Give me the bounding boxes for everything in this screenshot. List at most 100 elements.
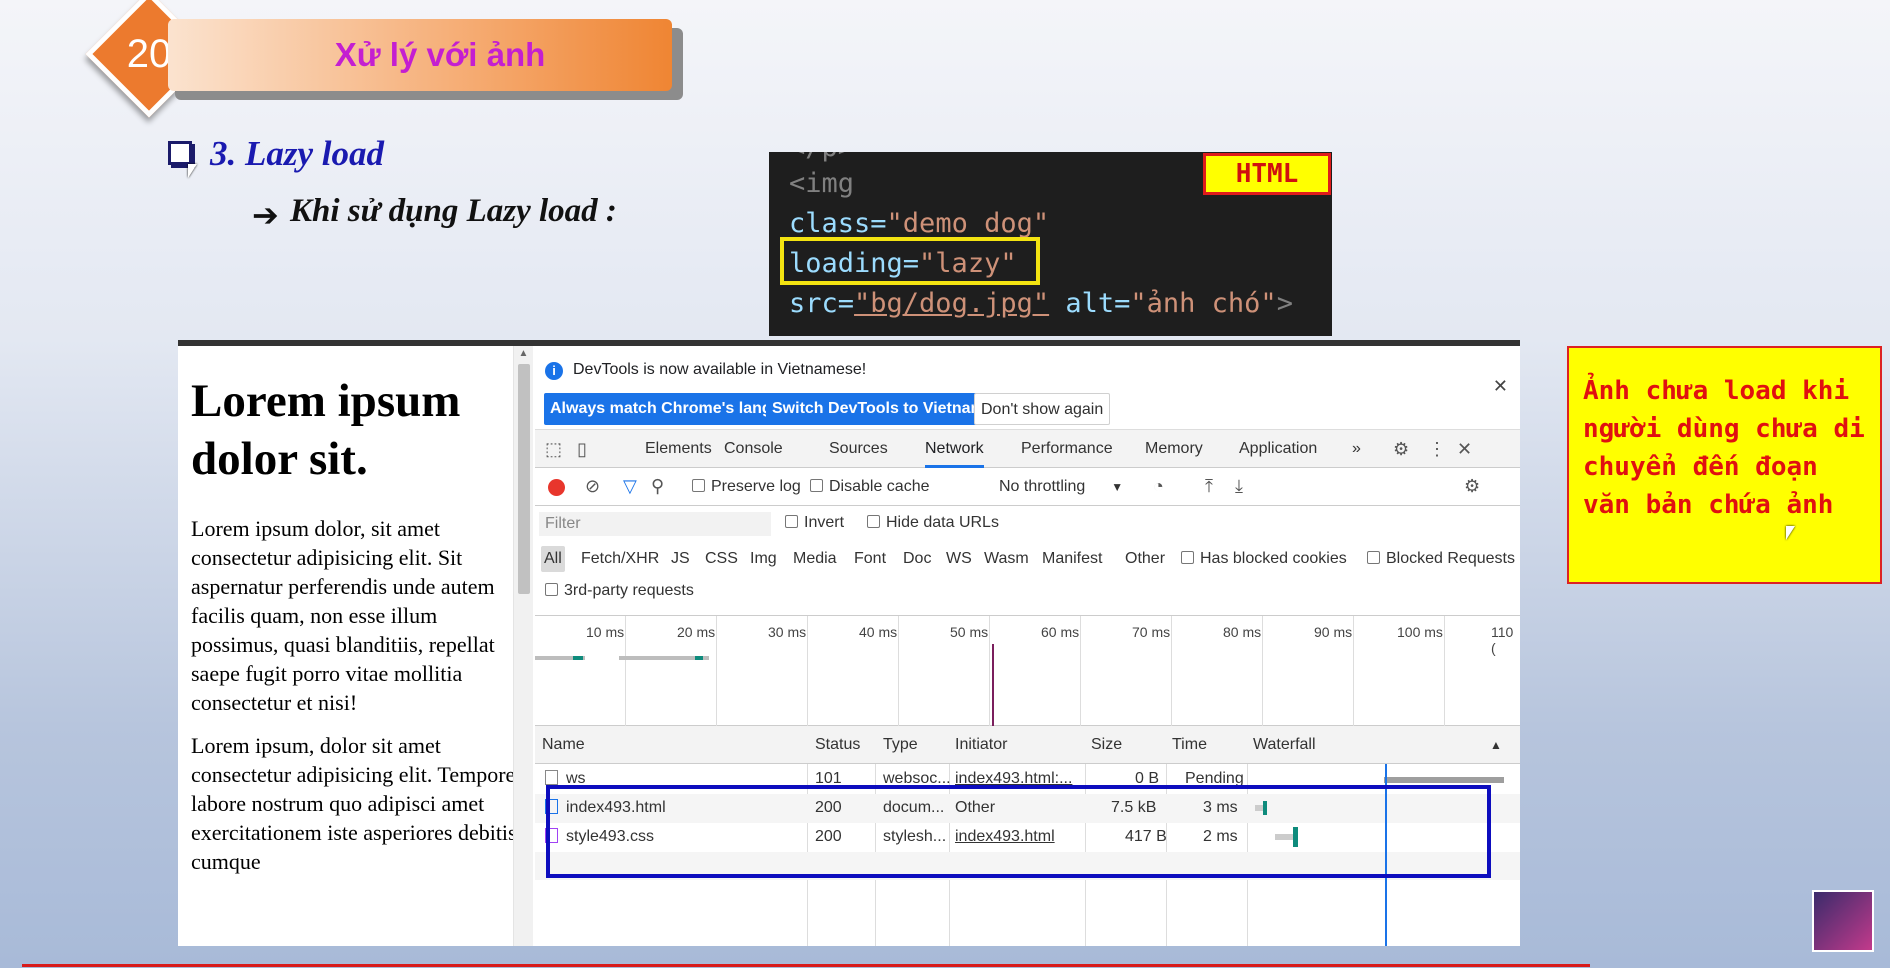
hide-data-urls-checkbox[interactable]: Hide data URLs	[867, 514, 999, 532]
col-header-initiator[interactable]: Initiator	[955, 726, 1008, 764]
type-filter-ws[interactable]: WS	[946, 546, 972, 572]
more-tabs-icon[interactable]: »	[1352, 430, 1361, 468]
type-filter-media[interactable]: Media	[793, 546, 837, 572]
code-value: "bg/dog.jpg"	[854, 288, 1050, 319]
download-icon[interactable]: ⤓	[1235, 476, 1243, 497]
explanation-callout: Ảnh chưa load khi người dùng chưa di chu…	[1567, 346, 1882, 584]
col-header-waterfall[interactable]: Waterfall	[1253, 726, 1316, 764]
code-value: "demo dog"	[886, 208, 1050, 239]
type-filter-css[interactable]: CSS	[705, 546, 738, 572]
overview-request-bar	[573, 656, 583, 660]
timeline-tick: 30 ms	[768, 624, 807, 640]
close-icon[interactable]: ✕	[1493, 376, 1508, 397]
wifi-conditions-icon[interactable]: ◔	[1153, 476, 1164, 497]
type-filter-font[interactable]: Font	[854, 546, 886, 572]
sort-up-icon[interactable]: ▲	[1490, 726, 1502, 764]
channel-avatar[interactable]	[1812, 890, 1874, 952]
blocked-cookies-checkbox[interactable]: Has blocked cookies	[1181, 546, 1347, 572]
timeline-tick: 100 ms	[1397, 624, 1443, 640]
mouse-cursor-icon	[1786, 526, 1795, 540]
page-scrollbar[interactable]: ▲	[513, 346, 533, 946]
code-line-1: <img	[789, 168, 854, 199]
page-heading: Lorem ipsum dolor sit.	[191, 375, 461, 485]
dont-show-again-button[interactable]: Don't show again	[974, 393, 1111, 425]
type-filter-fetch[interactable]: Fetch/XHR	[581, 546, 659, 572]
timeline-gridline	[807, 616, 808, 726]
settings-gear-icon[interactable]: ⚙	[1393, 439, 1409, 460]
device-toolbar-icon[interactable]: ▯	[577, 439, 587, 460]
section-subheading: Khi sử dụng Lazy load :	[290, 193, 617, 229]
throttling-select[interactable]: No throttling ▼	[999, 478, 1123, 496]
record-icon[interactable]	[548, 479, 565, 496]
timeline-gridline	[716, 616, 717, 726]
infobar-message: DevTools is now available in Vietnamese!	[573, 361, 867, 378]
bottom-divider	[22, 964, 1590, 967]
type-filter-manifest[interactable]: Manifest	[1042, 546, 1102, 572]
tab-elements[interactable]: Elements	[645, 430, 712, 468]
filter-input[interactable]: Filter	[539, 512, 771, 536]
tab-network[interactable]: Network	[925, 430, 984, 468]
clear-icon[interactable]: ⊘	[585, 476, 600, 497]
network-toolbar: ⊘ ▽ ⚲ Preserve log Disable cache No thro…	[535, 468, 1520, 506]
col-header-time[interactable]: Time	[1172, 726, 1207, 764]
code-line-4: src="bg/dog.jpg" alt="ảnh chó">	[789, 288, 1293, 319]
col-header-name[interactable]: Name	[542, 726, 585, 764]
timeline-gridline	[1080, 616, 1081, 726]
type-filter-img[interactable]: Img	[750, 546, 777, 572]
blocked-requests-label: Blocked Requests	[1386, 550, 1515, 567]
kebab-menu-icon[interactable]: ⋮	[1428, 439, 1446, 460]
col-header-size[interactable]: Size	[1091, 726, 1123, 764]
page-paragraph: Lorem ipsum, dolor sit amet consectetur …	[191, 733, 517, 874]
throttling-value: No throttling	[999, 478, 1086, 495]
tab-memory[interactable]: Memory	[1145, 430, 1203, 468]
devtools-tabbar: ⬚ ▯ Elements Console Sources Network Per…	[535, 430, 1520, 468]
loading-lazy-highlight	[780, 237, 1040, 285]
timeline-tick: 10 ms	[586, 624, 625, 640]
inspect-element-icon[interactable]: ⬚	[545, 439, 562, 460]
timeline-tick: 40 ms	[859, 624, 898, 640]
waterfall-bar	[1384, 777, 1504, 783]
filter-bar: Filter Invert Hide data URLs All Fetch/X…	[535, 506, 1520, 616]
tab-application[interactable]: Application	[1239, 430, 1317, 468]
close-devtools-icon[interactable]: ✕	[1457, 439, 1472, 460]
overview-request-bar	[695, 656, 703, 660]
scrollbar-thumb[interactable]	[518, 364, 530, 594]
upload-icon[interactable]: ⤒	[1205, 476, 1213, 497]
type-filter-wasm[interactable]: Wasm	[984, 546, 1029, 572]
type-filter-doc[interactable]: Doc	[903, 546, 931, 572]
timeline-gridline	[898, 616, 899, 726]
bullet-checkbox-icon	[168, 141, 192, 165]
preserve-log-checkbox[interactable]: Preserve log	[692, 478, 801, 496]
table-header	[535, 726, 1520, 764]
timeline-overview[interactable]: 10 ms 20 ms 30 ms 40 ms 50 ms 60 ms 70 m…	[535, 616, 1520, 726]
type-filter-js[interactable]: JS	[671, 546, 690, 572]
timeline-tick: 110 (	[1491, 624, 1514, 656]
info-icon: i	[545, 362, 563, 380]
timeline-tick: 80 ms	[1223, 624, 1262, 640]
col-header-status[interactable]: Status	[815, 726, 861, 764]
blocked-requests-checkbox[interactable]: Blocked Requests	[1367, 546, 1515, 572]
tab-console[interactable]: Console	[724, 430, 783, 468]
type-filter-all[interactable]: All	[541, 546, 565, 572]
arrow-icon: ➔	[252, 197, 279, 233]
type-filter-other[interactable]: Other	[1125, 546, 1165, 572]
hide-data-urls-label: Hide data URLs	[886, 514, 999, 531]
code-attr: alt=	[1049, 288, 1131, 319]
load-event-marker	[992, 644, 994, 726]
third-party-checkbox[interactable]: 3rd-party requests	[545, 582, 694, 600]
disable-cache-checkbox[interactable]: Disable cache	[810, 478, 930, 496]
filter-icon[interactable]: ▽	[623, 476, 637, 497]
resource-type-filters: All Fetch/XHR JS CSS Img Media Font Doc …	[541, 546, 1520, 572]
html-badge: HTML	[1203, 153, 1331, 195]
mouse-cursor-icon	[188, 164, 197, 178]
invert-checkbox[interactable]: Invert	[785, 514, 844, 532]
tab-performance[interactable]: Performance	[1021, 430, 1113, 468]
col-header-type[interactable]: Type	[883, 726, 918, 764]
tab-sources[interactable]: Sources	[829, 430, 888, 468]
scroll-up-icon[interactable]: ▲	[514, 346, 533, 362]
timeline-gridline	[1444, 616, 1445, 726]
slide-title-bar: Xử lý với ảnh	[168, 19, 672, 91]
disable-cache-label: Disable cache	[829, 478, 930, 495]
network-settings-icon[interactable]: ⚙	[1464, 476, 1480, 497]
search-icon[interactable]: ⚲	[651, 476, 664, 497]
